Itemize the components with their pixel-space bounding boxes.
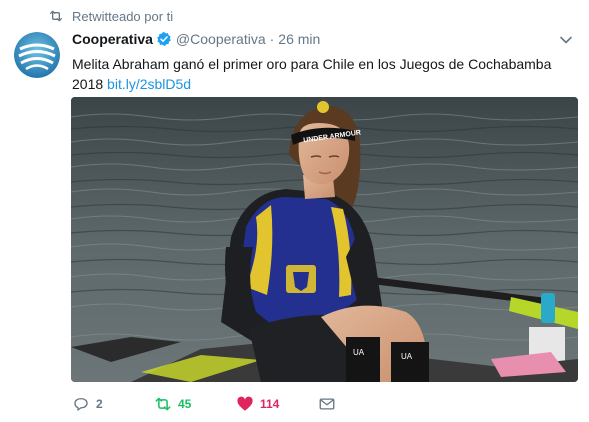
retweet-count: 45	[178, 397, 192, 411]
like-count: 114	[260, 397, 280, 411]
like-button[interactable]: 114	[236, 395, 318, 413]
svg-text:UA: UA	[353, 348, 365, 357]
retweet-context-label: Retwitteado por ti	[72, 8, 174, 24]
reply-button[interactable]: 2	[72, 395, 154, 413]
retweet-icon	[50, 10, 62, 22]
display-name[interactable]: Cooperativa	[72, 31, 153, 47]
avatar[interactable]	[14, 32, 60, 78]
handle[interactable]: @Cooperativa	[176, 31, 266, 47]
separator-dot: ·	[269, 31, 275, 47]
reply-count: 2	[96, 397, 103, 411]
tweet-header: Cooperativa @Cooperativa · 26 min	[72, 31, 320, 47]
svg-text:UA: UA	[401, 352, 413, 361]
tweet-text: Melita Abraham ganó el primer oro para C…	[72, 54, 577, 94]
rower-photo: UA UA UNDER ARMOUR	[71, 97, 578, 382]
retweet-icon	[155, 397, 171, 411]
reply-icon	[74, 398, 88, 411]
direct-message-button[interactable]	[318, 395, 336, 413]
tweet-photo[interactable]: UA UA UNDER ARMOUR	[71, 97, 578, 382]
retweet-button[interactable]: 45	[154, 395, 236, 413]
cooperativa-logo	[14, 32, 60, 78]
tweet-link[interactable]: bit.ly/2sblD5d	[107, 76, 191, 92]
retweet-context: Retwitteado por ti	[48, 8, 173, 24]
verified-badge-icon	[157, 32, 171, 46]
direct-message-icon	[319, 398, 335, 410]
timestamp[interactable]: 26 min	[278, 31, 320, 47]
chevron-down-icon[interactable]	[559, 33, 573, 47]
tweet-actions: 2 45 114	[72, 395, 336, 413]
heart-icon	[237, 396, 253, 411]
